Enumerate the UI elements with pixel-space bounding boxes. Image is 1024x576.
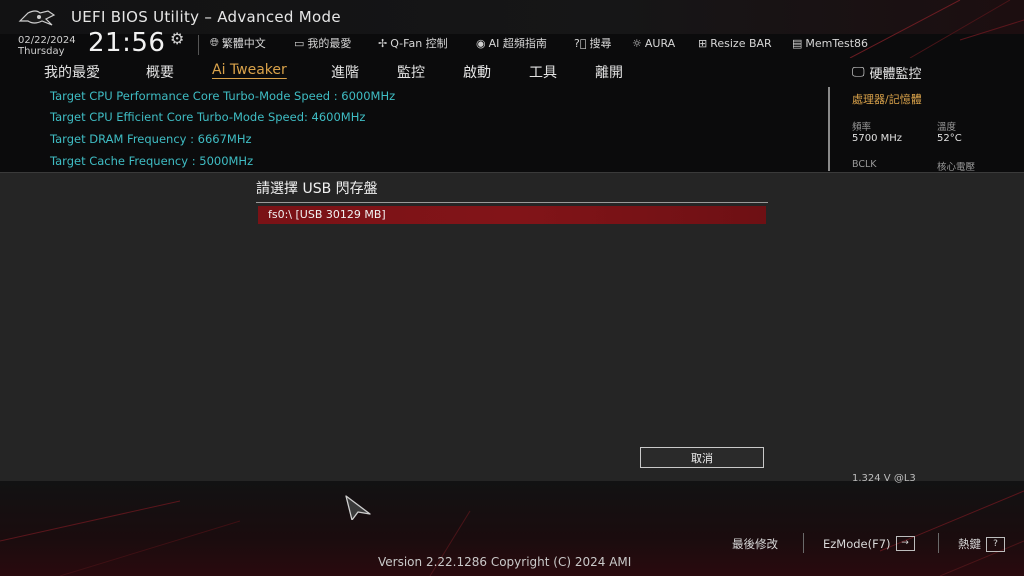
clock-settings-icon[interactable]: ⚙ [170,29,184,48]
usb-drive-label: fs0:\ [USB 30129 MB] [268,208,386,221]
hw-freq-label: 頻率 [852,122,872,133]
mouse-cursor-icon [345,495,371,520]
hw-section-cpu-memory: 處理器/記憶體 [852,93,922,106]
favorite-icon: ▭ [294,36,305,50]
usb-drive-item[interactable]: fs0:\ [USB 30129 MB] [258,206,766,224]
tool-search[interactable]: ?⃞ 搜尋 [574,36,612,51]
setting-pcore-turbo[interactable]: Target CPU Performance Core Turbo-Mode S… [50,89,395,103]
dialog-title: 請選擇 USB 閃存盤 [256,181,378,197]
hw-partial-value: 1.324 V @L3 [852,473,916,484]
date-display: 02/22/2024 Thursday [18,35,76,57]
aura-icon: ☼ [632,36,642,50]
fan-icon: ✢ [378,36,388,50]
tab-advanced[interactable]: 進階 [331,62,359,82]
hw-temp-label: 溫度 [937,122,957,133]
tool-memtest[interactable]: ▤ MemTest86 [792,36,868,50]
tool-ai-oc-guide[interactable]: ◉ AI 超頻指南 [476,36,547,51]
hw-title-text: 硬體監控 [869,67,922,82]
setting-dram-frequency[interactable]: Target DRAM Frequency : 6667MHz [50,132,252,146]
setting-cache-frequency[interactable]: Target Cache Frequency : 5000MHz [50,154,253,168]
tool-label: 我的最愛 [307,37,352,50]
hotkeys-button[interactable]: 熱鍵 ? [958,536,1005,552]
weekday-text: Thursday [18,46,65,57]
tab-my-favorites[interactable]: 我的最愛 [44,62,100,82]
main-tabs: 我的最愛 概要 Ai Tweaker 進階 監控 啟動 工具 離開 [0,58,830,86]
hardware-monitor-title: 🖵︎ 硬體監控 [852,63,922,82]
tool-label: AI 超頻指南 [488,37,547,50]
tool-my-favorites[interactable]: ▭ 我的最愛 [294,36,352,51]
tab-monitor[interactable]: 監控 [397,62,425,82]
tool-label: MemTest86 [805,36,869,50]
tool-label: 繁體中文 [221,37,266,50]
hotkeys-label: 熱鍵 [958,537,981,551]
last-modified-button[interactable]: 最後修改 [732,536,778,552]
footer-separator [938,533,939,553]
version-text: Version 2.22.1286 Copyright (C) 2024 AMI [378,555,632,569]
search-icon: ?⃞ [574,36,587,50]
hw-vcore-label: 核心電壓 [937,162,976,173]
tab-exit[interactable]: 離開 [595,62,623,82]
rog-logo-icon [18,10,56,26]
ai-icon: ◉ [476,36,486,50]
ezmode-button[interactable]: EzMode(F7) → [823,536,915,551]
tool-label: Resize BAR [710,36,772,50]
toolbar-separator [198,35,199,55]
tool-resize-bar[interactable]: ⊞ Resize BAR [698,36,772,50]
clock-time: 21:56 [88,28,166,58]
memtest-icon: ▤ [792,36,803,50]
date-text: 02/22/2024 [18,35,76,46]
help-icon: ? [986,536,1005,552]
ezmode-label: EzMode(F7) [823,536,891,551]
tool-aura[interactable]: ☼ AURA [632,36,675,50]
hw-freq-value: 5700 MHz [852,133,903,144]
hw-bclk-label: BCLK [852,159,877,170]
tool-label: Q-Fan 控制 [390,37,448,50]
monitor-icon: 🖵︎ [852,65,865,80]
tool-label: 搜尋 [589,37,612,50]
scrollbar[interactable] [828,87,830,171]
resize-bar-icon: ⊞ [698,36,708,50]
tab-tool[interactable]: 工具 [529,62,557,82]
tool-language[interactable]: 🌐︎ 繁體中文 [210,36,266,50]
tool-label: AURA [644,36,676,50]
tool-qfan[interactable]: ✢ Q-Fan 控制 [378,36,448,51]
exit-arrow-icon: → [895,536,915,551]
tab-boot[interactable]: 啟動 [463,62,491,82]
footer-separator [803,533,804,553]
tab-ai-tweaker[interactable]: Ai Tweaker [212,62,287,78]
app-title: UEFI BIOS Utility – Advanced Mode [71,8,341,26]
setting-ecore-turbo[interactable]: Target CPU Efficient Core Turbo-Mode Spe… [50,110,365,124]
tab-main[interactable]: 概要 [146,62,174,82]
dialog-divider [256,202,768,203]
globe-icon: 🌐︎ [210,36,219,49]
cancel-button[interactable]: 取消 [640,447,764,468]
hw-temp-value: 52°C [937,133,962,144]
